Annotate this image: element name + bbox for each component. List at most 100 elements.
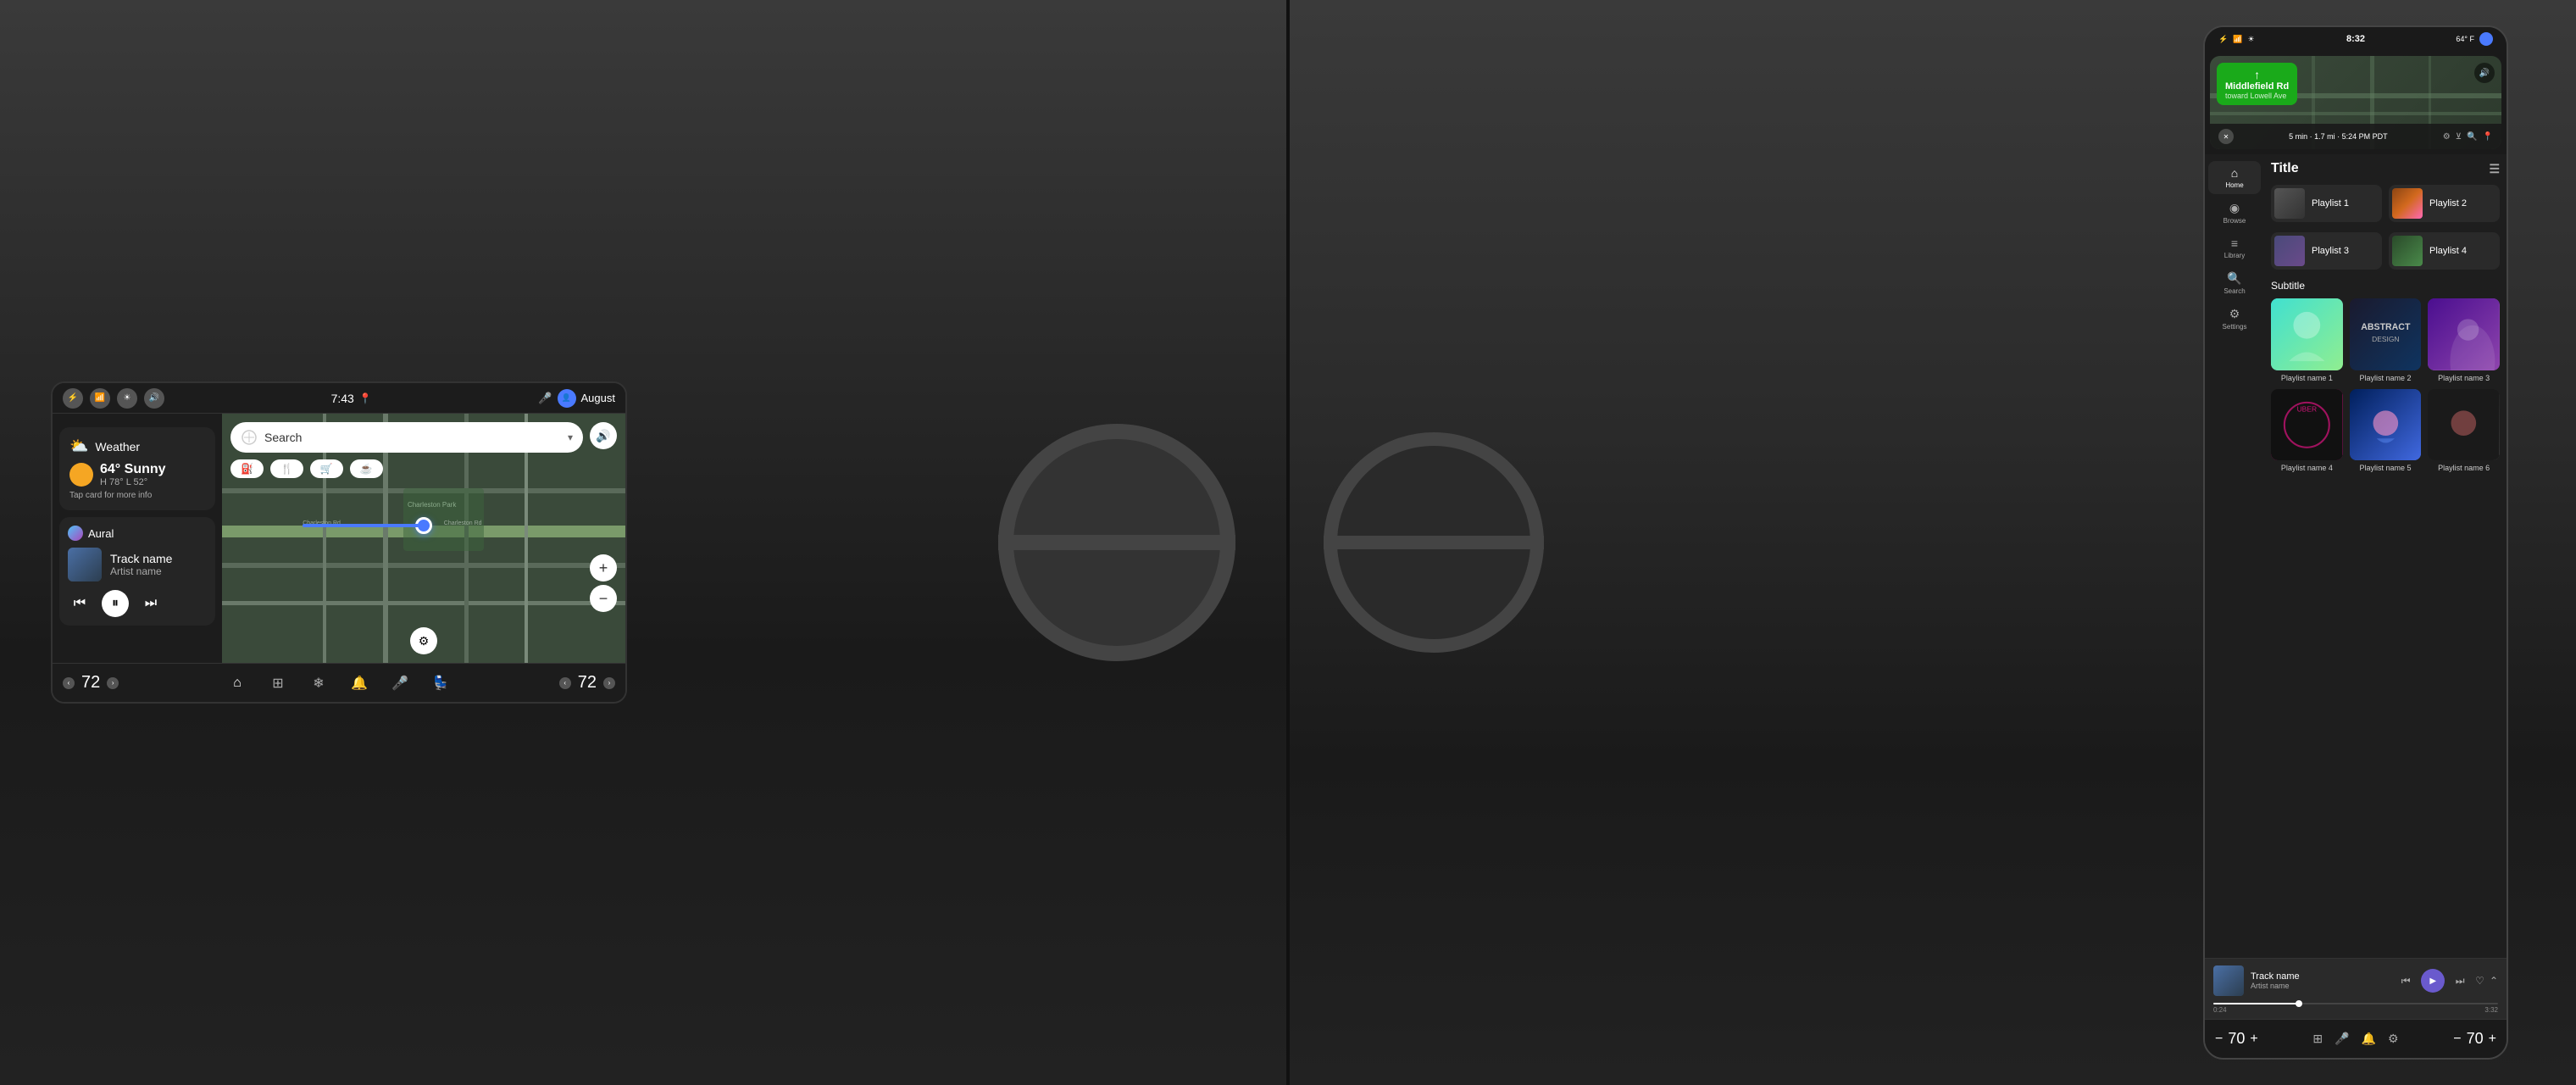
sidebar-item-library[interactable]: ≡ Library — [2208, 231, 2261, 264]
aa-time-value: 7:43 — [331, 392, 354, 405]
weather-icon: ⛅ — [69, 437, 88, 455]
nav-mic-button[interactable]: 🎤 — [386, 670, 414, 697]
svg-text:ABSTRACT: ABSTRACT — [2361, 322, 2411, 332]
player-expand-button[interactable]: ⌃ — [2490, 975, 2498, 987]
progress-total: 3:32 — [2484, 1006, 2498, 1014]
aural-logo-icon — [68, 526, 83, 541]
playlist-item-3[interactable]: Playlist 3 — [2271, 232, 2382, 270]
poi-coffee-button[interactable]: ☕ — [350, 459, 383, 478]
phone-player-progress-area: 0:24 3:32 — [2205, 1003, 2507, 1019]
progress-bar[interactable] — [2213, 1003, 2498, 1004]
playlist-thumb-2 — [2392, 188, 2423, 219]
phone-nav-bell-button[interactable]: 🔔 — [2362, 1032, 2376, 1046]
map-settings-button[interactable]: ⚙ — [410, 627, 437, 654]
playlist-thumb-3 — [2274, 236, 2305, 266]
aa-status-bar: ⚡ 📶 ☀ 🔊 7:43 📍 🎤 👤 August — [53, 383, 625, 414]
nav-fan-button[interactable]: ❄ — [305, 670, 332, 697]
phone-nav-grid-button[interactable]: ⊞ — [2312, 1032, 2323, 1046]
playlist-large-label-2: Playlist name 2 — [2350, 374, 2422, 382]
nav-route-icon[interactable]: ⊻ — [2456, 132, 2462, 142]
map-road-name-charleston2: Charleston Rd — [444, 520, 482, 526]
search-text: Search — [264, 431, 561, 444]
aa-time: 7:43 📍 — [331, 392, 372, 405]
poi-food-button[interactable]: 🍴 — [270, 459, 303, 478]
signal-icon: 📶 — [90, 388, 110, 409]
nav-direction-arrow: ↑ — [2225, 68, 2289, 81]
library-icon: ≡ — [2231, 236, 2238, 250]
phone-temp-left-value: 70 — [2228, 1030, 2245, 1048]
nav-street: Middlefield Rd — [2225, 81, 2289, 92]
phone-temp-plus-right[interactable]: + — [2489, 1032, 2496, 1047]
nav-settings-icon[interactable]: ⚙ — [2443, 132, 2451, 142]
playlist-large-label-1: Playlist name 1 — [2271, 374, 2343, 382]
playlist-large-thumb-3 — [2428, 298, 2500, 370]
playlist-large-item-2[interactable]: ABSTRACT DESIGN Playlist name 2 — [2350, 298, 2422, 382]
phone-nav-settings-button[interactable]: ⚙ — [2388, 1032, 2399, 1046]
music-header: Aural — [68, 526, 207, 541]
next-button[interactable]: ⏭ — [139, 592, 163, 615]
player-prev-button[interactable]: ⏮ — [2396, 971, 2416, 991]
nav-bell-button[interactable]: 🔔 — [346, 670, 373, 697]
nav-home-button[interactable]: ⌂ — [224, 670, 251, 697]
temp-right-up-button[interactable]: › — [603, 677, 615, 689]
poi-gas-button[interactable]: ⛽ — [230, 459, 264, 478]
playlist-item-2[interactable]: Playlist 2 — [2389, 185, 2500, 222]
sidebar-item-browse[interactable]: ◉ Browse — [2208, 196, 2261, 230]
nav-seat-button[interactable]: 💺 — [427, 670, 454, 697]
nav-pin-icon[interactable]: 📍 — [2483, 132, 2493, 142]
map-volume-button[interactable]: 🔊 — [590, 422, 617, 449]
phone-temp-plus-left[interactable]: + — [2250, 1032, 2257, 1047]
temp-right-down-button[interactable]: ‹ — [559, 677, 571, 689]
phone-nav-card[interactable]: ↑ Middlefield Rd toward Lowell Ave 🔊 ✕ 5… — [2210, 56, 2501, 149]
temp-left-up-button[interactable]: › — [107, 677, 119, 689]
playlist-large-item-6[interactable]: Playlist name 6 — [2428, 389, 2500, 473]
weather-header: ⛅ Weather — [69, 437, 205, 455]
prev-button[interactable]: ⏮ — [68, 592, 92, 615]
home-icon: ⌂ — [2231, 166, 2238, 180]
zoom-in-button[interactable]: + — [590, 554, 617, 581]
artist-name: Artist name — [110, 565, 172, 577]
svg-text:DESIGN: DESIGN — [2372, 335, 2399, 343]
playlist-large-item-5[interactable]: Playlist name 5 — [2350, 389, 2422, 473]
phone-player-bar: Track name Artist name ⏮ ▶ ⏭ ♡ ⌃ — [2205, 958, 2507, 1003]
player-heart-button[interactable]: ♡ — [2475, 975, 2484, 987]
player-play-button[interactable]: ▶ — [2421, 969, 2445, 993]
bluetooth-icon: ⚡ — [63, 388, 83, 409]
playlist-large-item-3[interactable]: Playlist name 3 — [2428, 298, 2500, 382]
nav-close-button[interactable]: ✕ — [2218, 129, 2234, 144]
playlist-large-item-4[interactable]: UBER Playlist name 4 — [2271, 389, 2343, 473]
nav-search-icon[interactable]: 🔍 — [2467, 132, 2477, 142]
player-artist-name: Artist name — [2251, 982, 2389, 990]
player-next-button[interactable]: ⏭ — [2450, 971, 2470, 991]
playlist-large-item-1[interactable]: Playlist name 1 — [2271, 298, 2343, 382]
sidebar-item-home[interactable]: ⌂ Home — [2208, 161, 2261, 194]
search-bar[interactable]: Search ▾ — [230, 422, 583, 453]
zoom-out-button[interactable]: − — [590, 585, 617, 612]
poi-shopping-button[interactable]: 🛒 — [310, 459, 343, 478]
playlist-item-1[interactable]: Playlist 1 — [2271, 185, 2382, 222]
weather-card[interactable]: ⛅ Weather 64° Sunny H 78° L 52° — [59, 427, 215, 510]
phone-nav-mic-button[interactable]: 🎤 — [2334, 1032, 2349, 1046]
playlist-thumb-1 — [2274, 188, 2305, 219]
phone-temp-minus-left[interactable]: − — [2215, 1032, 2223, 1047]
temp-left-down-button[interactable]: ‹ — [63, 677, 75, 689]
queue-icon[interactable]: ☰ — [2489, 162, 2500, 176]
sidebar-item-search[interactable]: 🔍 Search — [2208, 266, 2261, 300]
nav-apps-button[interactable]: ⊞ — [264, 670, 291, 697]
phone-status-icons-left: ⚡ 📶 ☀ — [2218, 35, 2255, 44]
phone-frame: ⚡ 📶 ☀ 8:32 64° F ↑ — [2203, 25, 2508, 1060]
phone-temp-minus-right[interactable]: − — [2453, 1032, 2461, 1047]
aa-avatar: 👤 — [558, 389, 576, 408]
sidebar-item-settings[interactable]: ⚙ Settings — [2208, 302, 2261, 336]
playlist-large-thumb-1 — [2271, 298, 2343, 370]
player-track-info: Track name Artist name — [2251, 971, 2389, 990]
aa-status-icons-left: ⚡ 📶 ☀ 🔊 — [63, 388, 164, 409]
weather-title: Weather — [95, 440, 140, 453]
play-pause-button[interactable]: ⏸ — [102, 590, 129, 617]
player-album-art — [2213, 965, 2244, 996]
left-panel: ⚡ 📶 ☀ 🔊 7:43 📍 🎤 👤 August — [0, 0, 1286, 1085]
phone-bottom-bar: − 70 + ⊞ 🎤 🔔 ⚙ − 70 + — [2205, 1019, 2507, 1058]
subtitle-label: Subtitle — [2271, 280, 2500, 292]
playlist-item-4[interactable]: Playlist 4 — [2389, 232, 2500, 270]
volume-icon: 🔊 — [144, 388, 164, 409]
